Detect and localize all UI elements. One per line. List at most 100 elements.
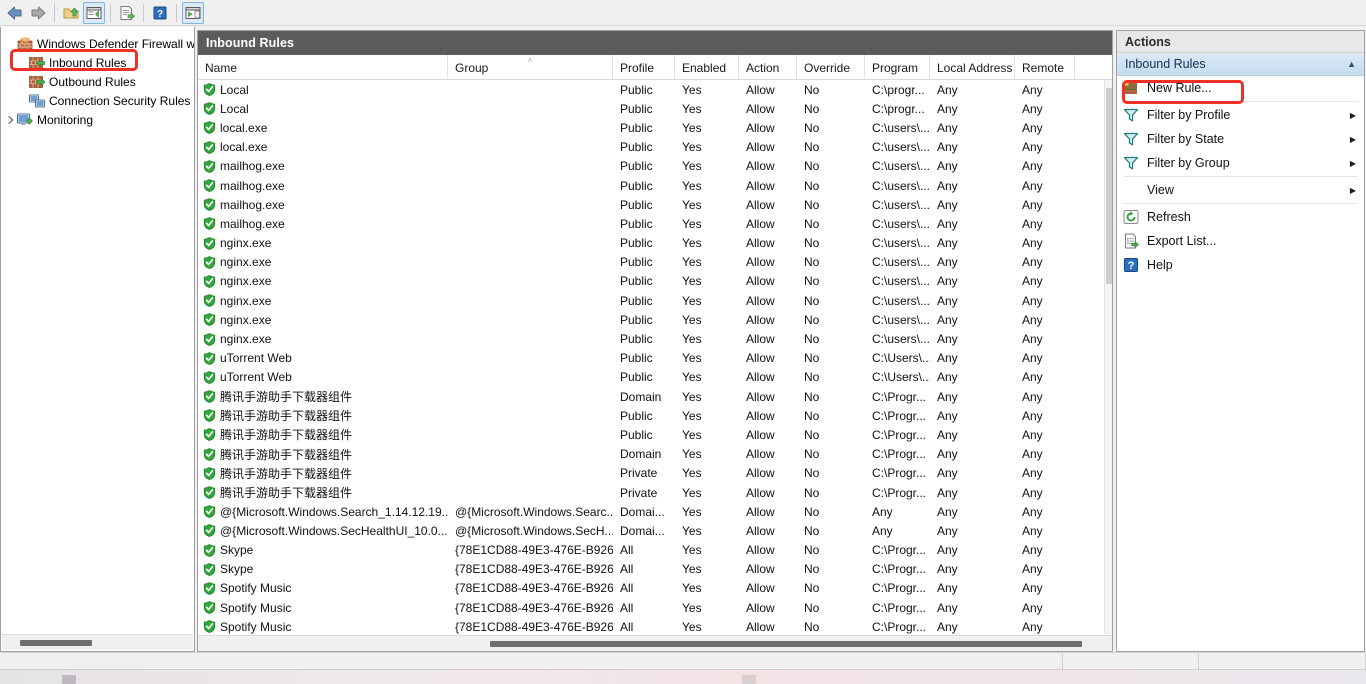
action-item-label: Filter by State <box>1147 132 1350 146</box>
rule-row[interactable]: 腾讯手游助手下载器组件PublicYesAllowNoC:\Progr...An… <box>198 425 1112 444</box>
rule-row[interactable]: uTorrent WebPublicYesAllowNoC:\Users\...… <box>198 349 1112 368</box>
rule-row[interactable]: nginx.exePublicYesAllowNoC:\users\...Any… <box>198 329 1112 348</box>
column-header-name[interactable]: Name <box>198 55 448 80</box>
forward-button[interactable] <box>27 2 49 24</box>
cell-enabled: Yes <box>675 562 739 576</box>
rule-row[interactable]: local.exePublicYesAllowNoC:\users\...Any… <box>198 118 1112 137</box>
status-bar <box>0 652 1366 669</box>
action-item-filter-by-group[interactable]: Filter by Group▶ <box>1117 151 1364 175</box>
monitoring-icon <box>17 112 33 128</box>
column-header-local-address[interactable]: Local Address <box>930 55 1015 80</box>
rule-row[interactable]: nginx.exePublicYesAllowNoC:\users\...Any… <box>198 310 1112 329</box>
connection-security-icon <box>29 93 45 109</box>
rule-row[interactable]: 腾讯手游助手下载器组件DomainYesAllowNoC:\Progr...An… <box>198 445 1112 464</box>
cell-local-address: Any <box>930 409 1015 423</box>
rule-row[interactable]: Spotify Music{78E1CD88-49E3-476E-B926-..… <box>198 617 1112 634</box>
action-item-export-list[interactable]: Export List... <box>1117 229 1364 253</box>
cell-enabled: Yes <box>675 83 739 97</box>
column-header-action[interactable]: Action <box>739 55 797 80</box>
action-item-label: Filter by Profile <box>1147 108 1350 122</box>
forward-arrow-icon <box>29 5 47 21</box>
action-item-refresh[interactable]: Refresh <box>1117 205 1364 229</box>
submenu-arrow-icon: ▶ <box>1350 135 1356 144</box>
rule-row[interactable]: uTorrent WebPublicYesAllowNoC:\Users\...… <box>198 368 1112 387</box>
cell-name: 腾讯手游助手下载器组件 <box>198 484 448 501</box>
rule-enabled-shield-icon <box>203 179 216 192</box>
column-header-label: Group <box>455 61 488 75</box>
cell-profile: All <box>613 581 675 595</box>
rule-enabled-shield-icon <box>203 409 216 422</box>
column-header-group[interactable]: Group˄ <box>448 55 613 80</box>
rule-row[interactable]: mailhog.exePublicYesAllowNoC:\users\...A… <box>198 195 1112 214</box>
cell-program: C:\users\... <box>865 140 930 154</box>
cell-action: Allow <box>739 294 797 308</box>
show-hide-action-pane-button[interactable] <box>182 2 204 24</box>
help-button[interactable]: ? <box>149 2 171 24</box>
column-header-profile[interactable]: Profile <box>613 55 675 80</box>
export-list-button[interactable] <box>116 2 138 24</box>
rule-enabled-shield-icon <box>203 505 216 518</box>
rule-row[interactable]: LocalPublicYesAllowNoC:\progr...AnyAny <box>198 99 1112 118</box>
cell-local-address: Any <box>930 466 1015 480</box>
action-item-new-rule[interactable]: New Rule... <box>1117 76 1364 100</box>
tree-item-connection-security-rules[interactable]: Connection Security Rules <box>1 91 194 110</box>
rules-vertical-scrollbar[interactable] <box>1104 80 1112 634</box>
show-hide-console-tree-button[interactable] <box>83 2 105 24</box>
column-header-enabled[interactable]: Enabled <box>675 55 739 80</box>
tree-item-monitoring[interactable]: Monitoring <box>1 110 194 129</box>
rule-row[interactable]: mailhog.exePublicYesAllowNoC:\users\...A… <box>198 157 1112 176</box>
rule-row[interactable]: 腾讯手游助手下载器组件DomainYesAllowNoC:\Progr...An… <box>198 387 1112 406</box>
cell-action: Allow <box>739 620 797 634</box>
rule-row[interactable]: mailhog.exePublicYesAllowNoC:\users\...A… <box>198 214 1112 233</box>
action-item-view[interactable]: View▶ <box>1117 178 1364 202</box>
firewall-icon <box>17 36 33 52</box>
rule-enabled-shield-icon <box>203 333 216 346</box>
cell-program: C:\users\... <box>865 255 930 269</box>
rule-row[interactable]: nginx.exePublicYesAllowNoC:\users\...Any… <box>198 291 1112 310</box>
rule-row[interactable]: Spotify Music{78E1CD88-49E3-476E-B926-..… <box>198 579 1112 598</box>
rule-row[interactable]: nginx.exePublicYesAllowNoC:\users\...Any… <box>198 253 1112 272</box>
rule-row[interactable]: mailhog.exePublicYesAllowNoC:\users\...A… <box>198 176 1112 195</box>
rules-hscrollbar-thumb[interactable] <box>490 641 1082 647</box>
tree-horizontal-scrollbar[interactable] <box>2 634 193 650</box>
rule-row[interactable]: Spotify Music{78E1CD88-49E3-476E-B926-..… <box>198 598 1112 617</box>
cell-program: C:\Progr... <box>865 562 930 576</box>
cell-remote: Any <box>1015 121 1075 135</box>
rule-row[interactable]: nginx.exePublicYesAllowNoC:\users\...Any… <box>198 234 1112 253</box>
rule-row[interactable]: @{Microsoft.Windows.SecHealthUI_10.0....… <box>198 521 1112 540</box>
rule-row[interactable]: 腾讯手游助手下载器组件PrivateYesAllowNoC:\Progr...A… <box>198 464 1112 483</box>
tree-expander-icon[interactable] <box>5 114 17 126</box>
rule-row[interactable]: LocalPublicYesAllowNoC:\progr...AnyAny <box>198 80 1112 99</box>
tree-item-outbound-rules[interactable]: Outbound Rules <box>1 72 194 91</box>
help-question-icon: ? <box>1123 257 1139 273</box>
rule-row[interactable]: 腾讯手游助手下载器组件PublicYesAllowNoC:\Progr...An… <box>198 406 1112 425</box>
rule-row[interactable]: nginx.exePublicYesAllowNoC:\users\...Any… <box>198 272 1112 291</box>
column-header-program[interactable]: Program <box>865 55 930 80</box>
back-button[interactable] <box>4 2 26 24</box>
cell-remote: Any <box>1015 524 1075 538</box>
cell-program: C:\users\... <box>865 274 930 288</box>
rules-vscrollbar-thumb[interactable] <box>1106 88 1112 284</box>
action-item-filter-by-state[interactable]: Filter by State▶ <box>1117 127 1364 151</box>
collapse-chevron-icon[interactable]: ▲ <box>1347 59 1356 69</box>
column-header-override[interactable]: Override <box>797 55 865 80</box>
rule-row[interactable]: @{Microsoft.Windows.Search_1.14.12.19...… <box>198 502 1112 521</box>
tree-item-windows-defender-firewall-witl[interactable]: Windows Defender Firewall witl <box>1 34 194 53</box>
tree-item-inbound-rules[interactable]: Inbound Rules <box>1 53 194 72</box>
tree-scrollbar-thumb[interactable] <box>20 640 92 646</box>
rule-row[interactable]: local.exePublicYesAllowNoC:\users\...Any… <box>198 138 1112 157</box>
action-item-label: Refresh <box>1147 210 1356 224</box>
rule-row[interactable]: Skype{78E1CD88-49E3-476E-B926-...AllYesA… <box>198 541 1112 560</box>
rule-row[interactable]: 腾讯手游助手下载器组件PrivateYesAllowNoC:\Progr...A… <box>198 483 1112 502</box>
taskbar-icon-1[interactable] <box>62 675 76 684</box>
cell-local-address: Any <box>930 351 1015 365</box>
action-item-filter-by-profile[interactable]: Filter by Profile▶ <box>1117 103 1364 127</box>
taskbar-icon-2[interactable] <box>742 675 756 684</box>
rule-row[interactable]: Skype{78E1CD88-49E3-476E-B926-...AllYesA… <box>198 560 1112 579</box>
column-header-remote[interactable]: Remote <box>1015 55 1075 80</box>
rules-grid-body: LocalPublicYesAllowNoC:\progr...AnyAnyLo… <box>198 80 1112 634</box>
actions-section-header[interactable]: Inbound Rules ▲ <box>1117 53 1364 76</box>
rules-horizontal-scrollbar[interactable] <box>198 635 1112 651</box>
action-item-help[interactable]: ?Help <box>1117 253 1364 277</box>
up-one-level-button[interactable] <box>60 2 82 24</box>
